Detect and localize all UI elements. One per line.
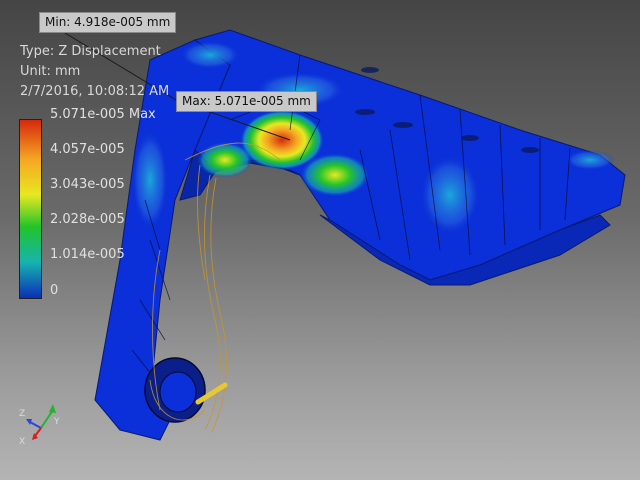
bracket-part[interactable] bbox=[94, 29, 626, 441]
triad-z-label: Z bbox=[19, 409, 25, 419]
legend-label-1: 1.014e-005 bbox=[50, 247, 125, 262]
triad-x-label: X bbox=[19, 437, 25, 446]
triad-y-arrow bbox=[49, 404, 56, 413]
color-legend-bar bbox=[19, 119, 42, 299]
pivot-hole-inner bbox=[159, 371, 197, 413]
stress-hotspot-band bbox=[300, 153, 370, 197]
stress-zone-arm bbox=[132, 130, 168, 230]
result-date-label: 2/7/2016, 10:08:12 AM bbox=[20, 84, 170, 99]
triad-y-label: Y bbox=[53, 417, 60, 427]
result-viewport[interactable] bbox=[0, 0, 640, 480]
triad-z-axis bbox=[29, 421, 42, 429]
stress-hotspot-arch bbox=[197, 142, 253, 178]
triad-x-axis bbox=[34, 427, 42, 437]
legend-label-2: 2.028e-005 bbox=[50, 212, 125, 227]
result-type-label: Type: Z Displacement bbox=[20, 44, 161, 59]
max-probe-label[interactable]: Max: 5.071e-005 mm bbox=[176, 91, 317, 112]
legend-label-max: 5.071e-005 Max bbox=[50, 107, 156, 122]
legend-label-3: 3.043e-005 bbox=[50, 177, 125, 192]
triad-y-axis bbox=[40, 409, 54, 429]
result-unit-label: Unit: mm bbox=[20, 64, 81, 79]
min-probe-label[interactable]: Min: 4.918e-005 mm bbox=[39, 12, 177, 33]
view-triad[interactable]: Z X Y bbox=[18, 398, 64, 446]
legend-label-zero: 0 bbox=[50, 283, 59, 298]
stress-zone-tail bbox=[565, 150, 615, 170]
legend-label-4: 4.057e-005 bbox=[50, 142, 125, 157]
stress-zone-top bbox=[180, 41, 240, 69]
